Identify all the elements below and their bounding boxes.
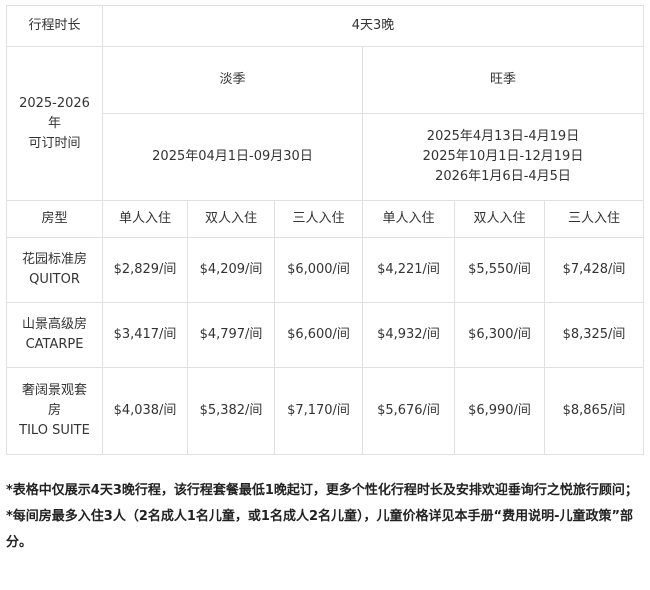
booking-period-label: 2025-2026 年 可订时间: [6, 46, 103, 201]
table-row: 奢阔景观套 房 TILO SUITE $4,038/间 $5,382/间 $7,…: [6, 367, 645, 455]
price-cell: $4,038/间: [102, 367, 188, 455]
room-type-label: 房型: [6, 200, 103, 238]
price-cell: $4,797/间: [187, 302, 275, 368]
price-cell: $7,428/间: [543, 237, 645, 303]
room-name-line: 山景高级房: [21, 317, 87, 332]
page: 行程时长 4天3晚 2025-2026 年 可订时间 淡季 旺季 2025年04…: [0, 0, 650, 590]
room-name-line: 花园标准房: [21, 252, 87, 267]
high-season-dates: 2025年4月13日-4月19日 2025年10月1日-12月19日 2026年…: [361, 113, 645, 201]
price-cell: $6,990/间: [454, 367, 545, 455]
room-name-line: 奢阔景观套: [21, 383, 87, 398]
price-cell: $7,170/间: [274, 367, 363, 455]
occupancy-header: 三人入住: [543, 200, 645, 238]
high-season-date: 2025年10月1日-12月19日: [422, 149, 584, 164]
booking-label-line: 可订时间: [28, 135, 81, 151]
table-row: 花园标准房 QUITOR $2,829/间 $4,209/间 $6,000/间 …: [6, 237, 645, 303]
room-name-line: CATARPE: [25, 337, 84, 352]
booking-label-line: 2025-2026: [19, 95, 90, 111]
season-dates-row: 2025年04月1日-09月30日 2025年4月13日-4月19日 2025年…: [7, 113, 645, 201]
price-cell: $5,382/间: [187, 367, 275, 455]
footnote: *每间房最多入住3人（2名成人1名儿童，或1名成人2名儿童），儿童价格详见本手册…: [6, 509, 634, 550]
price-cell: $6,300/间: [454, 302, 545, 368]
price-cell: $6,600/间: [274, 302, 363, 368]
occupancy-header: 单人入住: [362, 200, 455, 238]
price-cell: $8,325/间: [543, 302, 645, 368]
booking-label-line: 年: [47, 115, 61, 131]
high-season-date: 2025年4月13日-4月19日: [426, 129, 580, 144]
low-season-label: 淡季: [102, 46, 363, 114]
room-name: 花园标准房 QUITOR: [6, 237, 103, 303]
footnotes: *表格中仅展示4天3晚行程，该行程套餐最低1晚起订，更多个性化行程时长及安排欢迎…: [6, 478, 646, 556]
table-row: 山景高级房 CATARPE $3,417/间 $4,797/间 $6,600/间…: [6, 302, 645, 368]
occupancy-header: 单人入住: [102, 200, 188, 238]
room-name-line: QUITOR: [29, 272, 80, 287]
occupancy-header-row: 房型 单人入住 双人入住 三人入住 单人入住 双人入住 三人入住: [6, 200, 645, 238]
duration-value: 4天3晚: [101, 5, 645, 47]
season-row: 2025-2026 年 可订时间 淡季 旺季: [6, 46, 645, 201]
price-cell: $4,221/间: [362, 237, 455, 303]
price-cell: $8,865/间: [543, 367, 645, 455]
high-season-label: 旺季: [361, 46, 645, 114]
price-cell: $5,550/间: [454, 237, 545, 303]
footnote: *表格中仅展示4天3晚行程，该行程套餐最低1晚起订，更多个性化行程时长及安排欢迎…: [6, 483, 638, 498]
price-cell: $2,829/间: [102, 237, 188, 303]
room-name-line: TILO SUITE: [19, 423, 90, 438]
low-season-dates: 2025年04月1日-09月30日: [102, 113, 363, 201]
duration-row: 行程时长 4天3晚: [6, 5, 645, 47]
duration-label: 行程时长: [6, 5, 103, 47]
price-cell: $6,000/间: [274, 237, 363, 303]
price-cell: $4,932/间: [362, 302, 455, 368]
price-cell: $4,209/间: [187, 237, 275, 303]
price-table: 行程时长 4天3晚 2025-2026 年 可订时间 淡季 旺季 2025年04…: [6, 5, 645, 455]
room-name-line: 房: [47, 403, 61, 418]
high-season-date: 2026年1月6日-4月5日: [435, 169, 571, 184]
price-cell: $5,676/间: [362, 367, 455, 455]
occupancy-header: 双人入住: [187, 200, 275, 238]
price-cell: $3,417/间: [102, 302, 188, 368]
occupancy-header: 双人入住: [454, 200, 545, 238]
low-season-date: 2025年04月1日-09月30日: [152, 149, 313, 164]
occupancy-header: 三人入住: [274, 200, 363, 238]
room-name: 山景高级房 CATARPE: [6, 302, 103, 368]
room-name: 奢阔景观套 房 TILO SUITE: [6, 367, 103, 455]
